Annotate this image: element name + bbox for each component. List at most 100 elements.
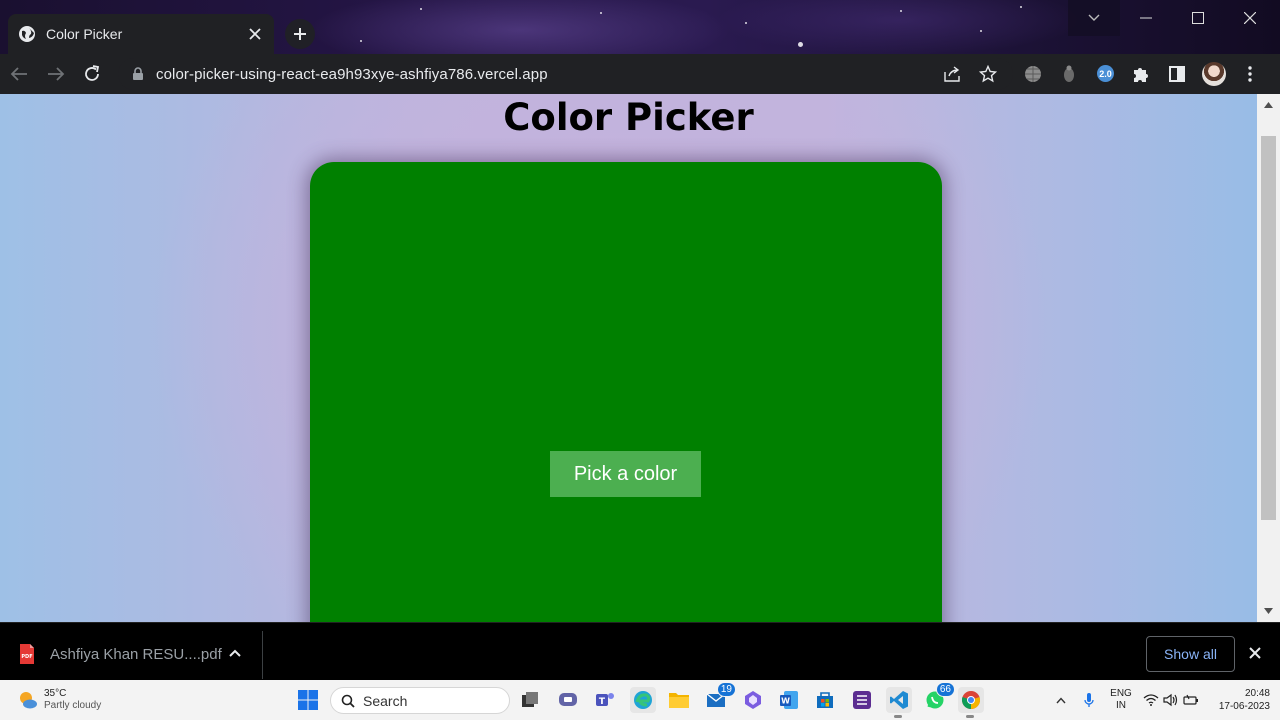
folder-icon (669, 693, 689, 708)
copilot-icon (745, 691, 761, 709)
battery-icon (1183, 694, 1198, 705)
teams-chat-app[interactable] (556, 688, 580, 712)
windows-taskbar: 35°C Partly cloudy Search T 19 W 66 ENG … (0, 680, 1280, 720)
world-icon (1025, 66, 1041, 82)
share-button[interactable] (940, 62, 964, 86)
whatsapp-badge: 66 (935, 682, 955, 697)
download-item[interactable]: PDF Ashfiya Khan RESU....pdf (18, 644, 222, 664)
vscode-icon (890, 691, 908, 709)
windows-logo-icon (298, 690, 318, 710)
copilot-app[interactable] (741, 688, 765, 712)
file-explorer-app[interactable] (667, 688, 691, 712)
weather-widget[interactable]: 35°C Partly cloudy (18, 688, 101, 712)
forward-button[interactable] (44, 62, 68, 86)
system-clock[interactable]: 20:48 17-06-2023 (1206, 687, 1270, 713)
decor-star (798, 42, 803, 47)
search-placeholder: Search (363, 692, 408, 709)
decor-star (420, 8, 422, 10)
task-view-icon (522, 692, 538, 707)
notes-app[interactable] (850, 688, 874, 712)
search-icon (341, 694, 355, 708)
scroll-down-arrow-icon[interactable] (1257, 603, 1280, 619)
maximize-icon (1192, 12, 1204, 24)
tab-title: Color Picker (46, 26, 123, 42)
chevron-up-icon (1056, 696, 1066, 703)
pdf-label: PDF (21, 654, 32, 660)
bug-icon (1064, 65, 1074, 82)
back-button[interactable] (7, 62, 31, 86)
language-region: IN (1116, 700, 1126, 711)
close-download-shelf-button[interactable] (1245, 643, 1265, 663)
close-window-button[interactable] (1224, 0, 1276, 36)
show-hidden-icons-button[interactable] (1052, 688, 1070, 712)
language-code: ENG (1110, 688, 1132, 699)
reload-button[interactable] (80, 62, 104, 86)
download-options-button[interactable] (228, 645, 242, 663)
tab-search-button[interactable] (1068, 0, 1120, 36)
volume-icon (1163, 693, 1178, 707)
arrow-right-icon (48, 67, 65, 81)
scrollbar-thumb[interactable] (1261, 136, 1276, 520)
decor-star (980, 30, 982, 32)
whatsapp-app[interactable]: 66 (923, 682, 955, 712)
address-bar[interactable]: color-picker-using-react-ea9h93xye-ashfi… (118, 58, 1013, 90)
edge-icon (634, 691, 652, 709)
url-text: color-picker-using-react-ea9h93xye-ashfi… (156, 65, 548, 83)
edge-app[interactable] (630, 687, 656, 713)
extension-badge[interactable]: 2.0 (1097, 65, 1114, 82)
mail-badge: 19 (716, 682, 736, 697)
extension-bug-button[interactable] (1057, 62, 1081, 86)
kebab-menu-icon (1248, 66, 1252, 82)
mail-app[interactable]: 19 (704, 682, 736, 712)
active-indicator (966, 715, 974, 718)
minimize-button[interactable] (1120, 0, 1172, 36)
clock-time: 20:48 (1244, 688, 1270, 699)
extension-globe-button[interactable] (1021, 62, 1045, 86)
browser-toolbar: color-picker-using-react-ea9h93xye-ashfi… (0, 54, 1280, 94)
wifi-icon (1143, 694, 1159, 706)
volume-status[interactable] (1162, 688, 1180, 712)
plus-icon (294, 28, 306, 40)
decor-star (360, 40, 362, 42)
partly-cloudy-icon (20, 692, 37, 709)
svg-text:T: T (599, 697, 606, 707)
star-icon (979, 65, 997, 83)
vscode-app[interactable] (886, 687, 912, 718)
profile-avatar[interactable] (1202, 62, 1226, 86)
maximize-button[interactable] (1172, 0, 1224, 36)
decor-star (1020, 6, 1022, 8)
pick-color-button[interactable]: Pick a color (550, 451, 701, 497)
chrome-app[interactable] (958, 687, 984, 718)
lock-icon (133, 67, 143, 80)
tab-color-picker[interactable]: Color Picker (8, 14, 274, 54)
active-indicator (894, 715, 902, 718)
color-preview-card: Pick a color (310, 162, 942, 622)
scroll-up-arrow-icon[interactable] (1257, 97, 1280, 113)
taskbar-search[interactable]: Search (330, 687, 510, 714)
store-app[interactable] (813, 688, 837, 712)
battery-status[interactable] (1182, 688, 1200, 712)
task-view-app[interactable] (518, 688, 542, 712)
page-title: Color Picker (503, 96, 754, 139)
tab-close-icon[interactable] (246, 25, 264, 43)
chevron-down-icon (1088, 14, 1100, 21)
extensions-button[interactable] (1129, 62, 1153, 86)
word-app[interactable]: W (777, 688, 801, 712)
language-indicator[interactable]: ENG IN (1108, 688, 1134, 712)
page-viewport: Color Picker Pick a color (0, 94, 1257, 622)
new-tab-button[interactable] (285, 19, 315, 49)
chevron-up-icon (229, 649, 241, 657)
bookmark-button[interactable] (976, 62, 1000, 86)
arrow-left-icon (10, 67, 27, 81)
browser-titlebar: Color Picker (0, 0, 1280, 54)
teams-app[interactable]: T (593, 688, 617, 712)
vertical-scrollbar[interactable] (1257, 94, 1280, 622)
reload-icon (85, 65, 100, 81)
wifi-status[interactable] (1142, 688, 1160, 712)
download-shelf: PDF Ashfiya Khan RESU....pdf Show all (0, 622, 1280, 680)
microphone-button[interactable] (1080, 688, 1098, 712)
menu-button[interactable] (1238, 62, 1262, 86)
side-panel-button[interactable] (1165, 62, 1189, 86)
show-all-button[interactable]: Show all (1146, 636, 1235, 672)
start-button[interactable] (296, 688, 320, 712)
